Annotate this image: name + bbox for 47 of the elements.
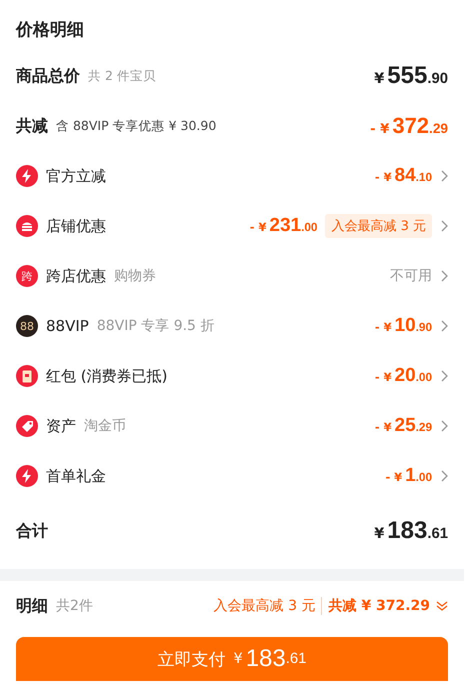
promo-text: 入会最高减 3 元 <box>214 597 322 615</box>
item-count: 共2件 <box>56 597 93 615</box>
row-label: 资产 <box>46 416 76 436</box>
row-label: 共减 <box>16 116 48 136</box>
reduction-price: - ¥372.29 <box>370 113 448 139</box>
chevron-right-icon[interactable] <box>440 170 448 182</box>
chevron-right-icon[interactable] <box>440 320 448 332</box>
envelope-icon <box>16 365 38 387</box>
cross-store-icon: 跨 <box>16 265 38 287</box>
row-note: 共 2 件宝贝 <box>88 68 156 84</box>
row-note: 购物券 <box>114 267 156 285</box>
discount-price: - ¥1.00 <box>385 465 432 487</box>
chevron-right-icon[interactable] <box>440 420 448 432</box>
expand-icon[interactable] <box>436 600 448 612</box>
promo-tag: 入会最高减 3 元 <box>325 214 432 238</box>
total-price: ¥555.90 <box>374 62 448 90</box>
footer-label: 明细 <box>16 596 48 616</box>
discount-price: - ¥10.90 <box>374 315 432 337</box>
discount-price: - ¥84.10 <box>374 165 432 187</box>
chevron-right-icon[interactable] <box>440 370 448 382</box>
status-text: 不可用 <box>390 267 432 285</box>
row-label: 商品总价 <box>16 66 80 86</box>
row-note: 含 88VIP 专享优惠 ¥ 30.90 <box>56 118 216 134</box>
chevron-right-icon[interactable] <box>440 470 448 482</box>
row-label: 首单礼金 <box>46 466 106 486</box>
row-note: 88VIP 专享 9.5 折 <box>96 317 214 335</box>
row-note: 淘金币 <box>84 417 126 435</box>
page-title: 价格明细 <box>14 19 85 42</box>
vip-icon: 88 <box>16 315 38 337</box>
row-label: 跨店优惠 <box>46 266 106 286</box>
chevron-right-icon[interactable] <box>440 270 448 282</box>
lightning-icon <box>16 465 38 487</box>
lightning-icon <box>16 165 38 187</box>
row-label: 官方立减 <box>46 166 106 186</box>
row-label: 合计 <box>16 520 48 542</box>
pay-button[interactable]: 立即支付 ¥183.61 <box>16 637 448 681</box>
row-label: 88VIP <box>46 317 89 335</box>
discount-price: - ¥20.00 <box>374 365 432 387</box>
sum-price: ¥183.61 <box>374 517 448 545</box>
saving-text: 共减 ¥ 372.29 <box>328 597 430 615</box>
row-label: 红包 (消费券已抵) <box>46 366 168 386</box>
row-label: 店铺优惠 <box>46 216 106 236</box>
shop-icon <box>16 215 38 237</box>
tag-icon <box>16 415 38 437</box>
discount-price: - ¥231.00 <box>250 215 318 237</box>
chevron-right-icon[interactable] <box>440 220 448 232</box>
discount-price: - ¥25.29 <box>374 415 432 437</box>
